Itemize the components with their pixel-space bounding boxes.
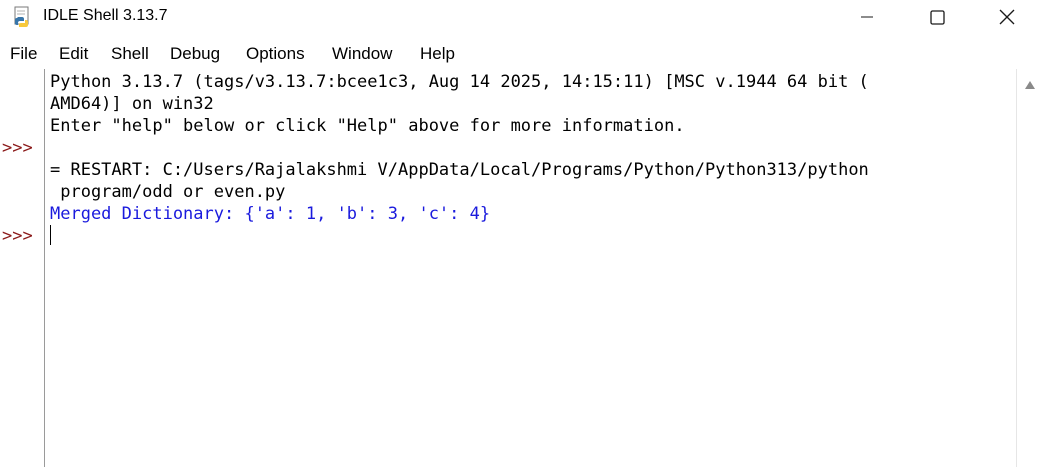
menu-bar: File Edit Shell Debug Options Window Hel… — [0, 37, 1042, 69]
idle-shell-window: IDLE Shell 3.13.7 File Edit Shell Debug — [0, 0, 1042, 467]
menu-window[interactable]: Window — [332, 44, 392, 64]
shell-output-line: AMD64)] on win32 — [50, 94, 214, 114]
shell-output-line: Enter "help" below or click "Help" above… — [50, 116, 685, 136]
vertical-scrollbar[interactable] — [1016, 69, 1042, 467]
menu-file[interactable]: File — [10, 44, 37, 64]
menu-edit[interactable]: Edit — [59, 44, 88, 64]
python-idle-icon[interactable] — [11, 6, 33, 28]
program-output-line: Merged Dictionary: {'a': 1, 'b': 3, 'c':… — [50, 204, 491, 224]
window-title: IDLE Shell 3.13.7 — [43, 7, 168, 24]
maximize-button[interactable] — [902, 0, 972, 34]
shell-output-line: program/odd or even.py — [50, 182, 286, 202]
close-icon — [999, 9, 1015, 25]
shell-prompt: >>> — [2, 226, 33, 246]
prompt-gutter: >>> >>> — [0, 69, 45, 467]
menu-help[interactable]: Help — [420, 44, 455, 64]
menu-debug[interactable]: Debug — [170, 44, 220, 64]
scroll-up-arrow-icon[interactable] — [1024, 77, 1036, 89]
maximize-icon — [929, 9, 945, 25]
shell-area: >>> >>> Python 3.13.7 (tags/v3.13.7:bcee… — [0, 69, 1042, 467]
menu-options[interactable]: Options — [246, 44, 305, 64]
minimize-button[interactable] — [832, 0, 902, 34]
shell-output-line: Python 3.13.7 (tags/v3.13.7:bcee1c3, Aug… — [50, 72, 869, 92]
minimize-icon — [860, 10, 874, 24]
title-bar[interactable]: IDLE Shell 3.13.7 — [0, 0, 1042, 36]
text-cursor — [50, 225, 51, 245]
shell-text-area[interactable]: Python 3.13.7 (tags/v3.13.7:bcee1c3, Aug… — [46, 69, 1016, 467]
menu-shell[interactable]: Shell — [111, 44, 149, 64]
shell-output-line: = RESTART: C:/Users/Rajalakshmi V/AppDat… — [50, 160, 869, 180]
close-button[interactable] — [972, 0, 1042, 34]
shell-prompt: >>> — [2, 138, 33, 158]
